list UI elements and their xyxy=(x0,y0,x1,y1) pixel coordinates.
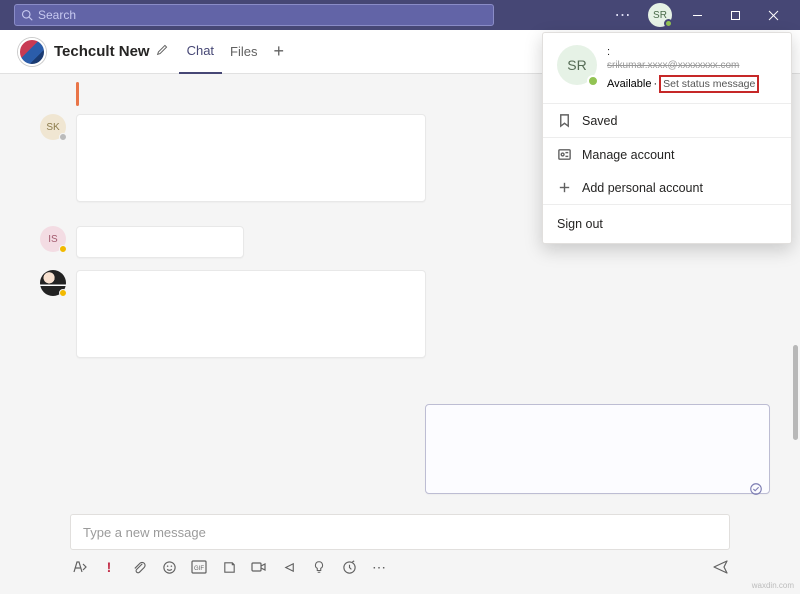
meet-now-button[interactable] xyxy=(250,558,268,576)
avatar-initials: SR xyxy=(653,10,667,21)
sender-avatar xyxy=(40,270,66,296)
search-box[interactable] xyxy=(14,4,494,26)
add-account-button[interactable]: Add personal account xyxy=(543,171,791,204)
pencil-icon xyxy=(156,43,169,56)
presence-dot-offline xyxy=(59,133,67,141)
unread-divider xyxy=(76,82,79,106)
plus-icon xyxy=(557,180,572,195)
maximize-button[interactable] xyxy=(716,0,754,30)
profile-avatar-button[interactable]: SR xyxy=(648,3,672,27)
add-account-label: Add personal account xyxy=(582,181,703,195)
tab-chat[interactable]: Chat xyxy=(179,30,222,74)
scrollbar-thumb[interactable] xyxy=(793,345,798,440)
presence-dot-away xyxy=(59,245,67,253)
manage-account-button[interactable]: Manage account xyxy=(543,138,791,171)
approvals-button[interactable] xyxy=(310,558,328,576)
presence-dot-available xyxy=(664,19,673,28)
saved-button[interactable]: Saved xyxy=(543,104,791,137)
priority-button[interactable]: ! xyxy=(100,558,118,576)
add-tab-button[interactable]: + xyxy=(266,41,293,62)
send-button[interactable] xyxy=(712,558,730,576)
presence-dot-available xyxy=(587,75,599,87)
message-row xyxy=(40,270,772,358)
message-bubble[interactable] xyxy=(76,270,426,358)
manage-account-label: Manage account xyxy=(582,148,674,162)
emoji-button[interactable] xyxy=(160,558,178,576)
avatar-initials: SK xyxy=(46,122,59,133)
read-receipt-icon xyxy=(748,481,764,497)
sticker-icon xyxy=(222,560,237,575)
sticker-button[interactable] xyxy=(220,558,238,576)
title-bar: ⋯ SR xyxy=(0,0,800,30)
format-button[interactable] xyxy=(70,558,88,576)
tab-files[interactable]: Files xyxy=(222,30,265,74)
video-icon xyxy=(251,560,267,574)
sender-avatar: IS xyxy=(40,226,66,252)
outgoing-message xyxy=(425,404,770,494)
svg-text:GIF: GIF xyxy=(194,566,204,572)
sign-out-button[interactable]: Sign out xyxy=(543,205,791,243)
more-options-button[interactable]: ⋯ xyxy=(604,0,642,30)
chat-title: Techcult New xyxy=(54,43,150,60)
watermark: waxdin.com xyxy=(752,581,794,590)
clock-icon xyxy=(342,560,357,575)
message-bubble[interactable] xyxy=(425,404,770,494)
profile-avatar: SR xyxy=(557,45,597,85)
avatar-initials: IS xyxy=(48,234,57,245)
search-icon xyxy=(21,9,33,21)
attach-button[interactable] xyxy=(130,558,148,576)
compose-input[interactable] xyxy=(70,514,730,550)
profile-header: SR : srikumar.xxxx@xxxxxxxx.com Availabl… xyxy=(543,33,791,103)
format-icon xyxy=(71,559,87,575)
stream-icon xyxy=(282,560,297,575)
edit-name-button[interactable] xyxy=(156,43,169,61)
compose-area: ! GIF ⋯ xyxy=(70,514,730,576)
chat-avatar xyxy=(18,38,46,66)
gif-button[interactable]: GIF xyxy=(190,558,208,576)
presence-dot-away xyxy=(59,289,67,297)
message-bubble[interactable] xyxy=(76,114,426,202)
saved-label: Saved xyxy=(582,114,617,128)
schedule-button[interactable] xyxy=(340,558,358,576)
profile-panel: SR : srikumar.xxxx@xxxxxxxx.com Availabl… xyxy=(542,32,792,244)
close-button[interactable] xyxy=(754,0,792,30)
paperclip-icon xyxy=(132,560,147,575)
message-bubble[interactable] xyxy=(76,226,244,258)
gif-icon: GIF xyxy=(191,560,207,574)
send-icon xyxy=(712,558,730,576)
search-input[interactable] xyxy=(38,8,487,22)
bulb-icon xyxy=(312,560,326,574)
sender-avatar: SK xyxy=(40,114,66,140)
minimize-button[interactable] xyxy=(678,0,716,30)
manage-account-icon xyxy=(557,147,572,162)
compose-toolbar: ! GIF ⋯ xyxy=(70,558,730,576)
bookmark-icon xyxy=(557,113,572,128)
set-status-message-link[interactable]: Set status message xyxy=(659,75,759,93)
avatar-initials: SR xyxy=(567,57,586,73)
more-compose-button[interactable]: ⋯ xyxy=(370,558,388,576)
profile-email: srikumar.xxxx@xxxxxxxx.com xyxy=(607,59,777,73)
emoji-icon xyxy=(162,560,177,575)
status-text[interactable]: Available xyxy=(607,77,651,91)
stream-button[interactable] xyxy=(280,558,298,576)
